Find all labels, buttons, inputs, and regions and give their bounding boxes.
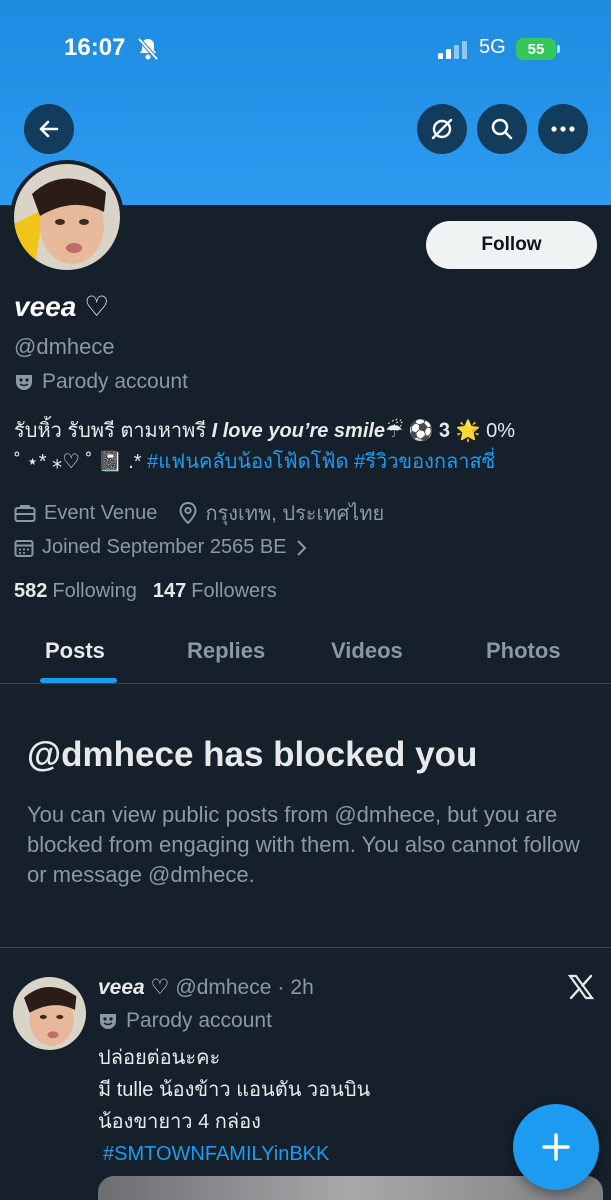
followers-label: Followers (191, 580, 277, 602)
x-logo-icon (567, 973, 595, 1006)
location-pin-icon (179, 502, 197, 524)
post-line: ปล่อยต่อนะคะ (98, 1047, 221, 1069)
tab-photos[interactable]: Photos (486, 638, 561, 664)
chevron-right-icon (296, 539, 307, 556)
post-line: มี tulle น้องข้าว แอนตัน วอนบิน (98, 1079, 371, 1101)
status-time: 16:07 (64, 34, 126, 61)
search-button[interactable] (477, 104, 527, 154)
following-label: Following (52, 580, 137, 602)
section-divider (0, 947, 611, 948)
plus-icon (542, 1133, 570, 1161)
following-count: 582 (14, 580, 48, 602)
category-item: Event Venue (14, 502, 157, 525)
bell-muted-icon (137, 37, 159, 66)
location-label: กรุงเทพ, ประเทศไทย (205, 503, 385, 525)
profile-avatar[interactable] (10, 160, 124, 274)
briefcase-icon (14, 505, 36, 522)
bio-symbols: ˚ ⋆* ⁎♡ ˚ 📓 .* (14, 451, 148, 473)
category-label: Event Venue (44, 501, 158, 524)
post-author-name[interactable]: veea ♡ (98, 975, 169, 1000)
post-body[interactable]: ปล่อยต่อนะคะ มี tulle น้องข้าว แอนตัน วอ… (98, 1042, 370, 1170)
back-button[interactable] (24, 104, 74, 154)
joined-label: Joined September 2565 BE (42, 536, 287, 558)
post-parody-label: Parody account (126, 1009, 272, 1032)
bio-line-1: รับหิ้ว รับพรี ตามหาพรี I love you’re sm… (14, 416, 604, 447)
follow-stats: 582 Following 147 Followers (14, 580, 277, 603)
post-hashtag[interactable]: #SMTOWNFAMILYinBKK (98, 1138, 370, 1170)
more-icon (551, 126, 575, 132)
bio-emphasis: I love you’re smile (211, 420, 386, 442)
bio-emoji: ☔ ⚽ 𝟑 🌟 0% (385, 420, 516, 442)
post-line: น้องขายาว 4 กล่อง (98, 1111, 261, 1133)
network-label: 5G (479, 36, 506, 58)
joined-date[interactable]: Joined September 2565 BE (14, 536, 307, 559)
active-tab-indicator (40, 678, 117, 683)
search-icon (491, 118, 513, 140)
calendar-icon (14, 539, 34, 557)
post-author-handle: @dmhece (175, 975, 272, 999)
back-arrow-icon (39, 120, 59, 138)
compose-button[interactable] (513, 1104, 599, 1190)
post-separator: · (277, 975, 285, 999)
tab-posts[interactable]: Posts (45, 638, 105, 664)
battery-icon: 55 (516, 38, 556, 60)
bio-text: รับหิ้ว รับพรี ตามหาพรี (14, 420, 212, 442)
post-time: 2h (290, 975, 314, 999)
blocked-title: @dmhece has blocked you (27, 735, 478, 774)
follow-button[interactable]: Follow (426, 221, 597, 269)
profile-display-name: veea ♡ (14, 291, 110, 322)
status-bar: 16:07 5G 55 (0, 0, 611, 100)
parody-label: Parody account (42, 370, 188, 393)
parody-mask-icon (16, 375, 32, 390)
bio-hashtags[interactable]: #แฟนคลับน้องโฟ้ดโฟ้ด #รีวิวของกลาสซี่ (147, 451, 495, 473)
post-avatar[interactable] (13, 977, 86, 1050)
post-header: veea ♡ @dmhece · 2h (98, 975, 314, 1000)
battery-level: 55 (527, 40, 545, 58)
followers-count: 147 (152, 580, 187, 602)
location-item: กรุงเทพ, ประเทศไทย (179, 497, 384, 529)
signal-icon (438, 41, 468, 64)
following-link[interactable]: 582 Following (14, 580, 137, 603)
profile-meta: Event Venue กรุงเทพ, ประเทศไทย (14, 497, 406, 529)
tab-replies[interactable]: Replies (187, 638, 265, 664)
bio-line-2: ˚ ⋆* ⁎♡ ˚ 📓 .* #แฟนคลับน้องโฟ้ดโฟ้ด #รีว… (14, 447, 604, 478)
grok-button[interactable] (417, 104, 467, 154)
more-button[interactable] (538, 104, 588, 154)
tab-videos[interactable]: Videos (331, 638, 403, 664)
grok-icon (431, 118, 453, 140)
blocked-description: You can view public posts from @dmhece, … (27, 802, 580, 887)
profile-bio: รับหิ้ว รับพรี ตามหาพรี I love you’re sm… (14, 416, 604, 478)
battery-tip (557, 45, 560, 53)
post-parody-badge: Parody account (98, 1009, 272, 1033)
followers-link[interactable]: 147 Followers (153, 580, 277, 603)
profile-tabs: Posts Replies Videos Photos (0, 620, 611, 684)
profile-handle: @dmhece (14, 334, 115, 359)
parody-badge: Parody account (14, 370, 188, 394)
parody-mask-icon (100, 1014, 116, 1029)
